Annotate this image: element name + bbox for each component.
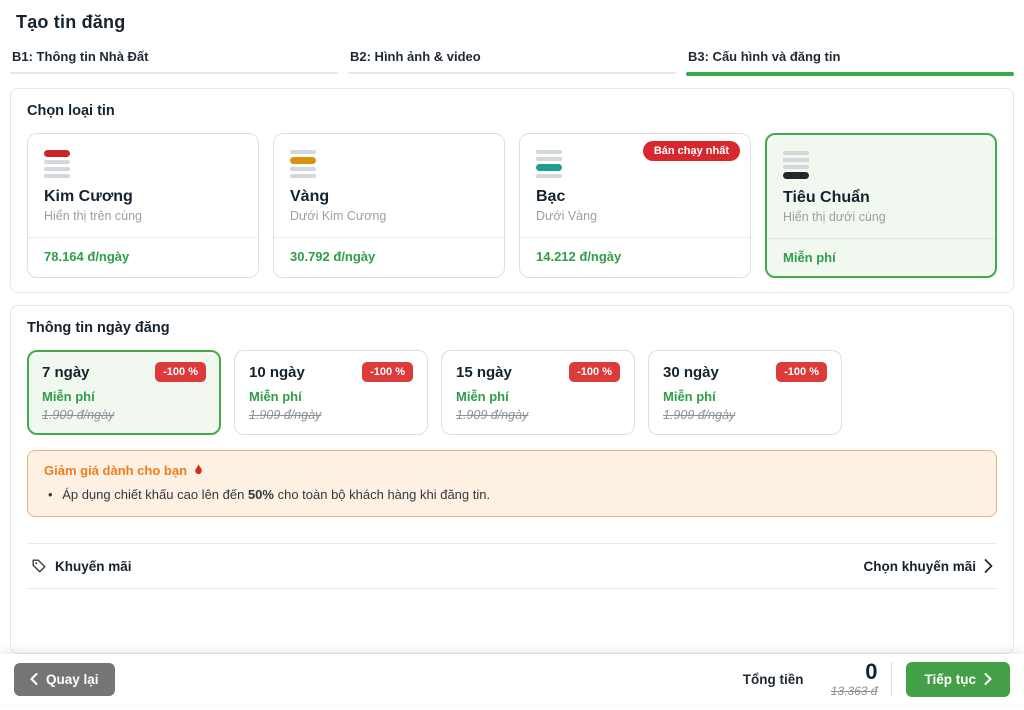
tab-underline — [10, 72, 338, 74]
discount-badge: -100 % — [155, 362, 206, 382]
promo-row: Khuyến mãi Chọn khuyến mãi — [27, 543, 997, 589]
vertical-divider — [891, 662, 892, 696]
duration-options: 7 ngày -100 % Miễn phí 1.909 đ/ngày 10 n… — [27, 350, 997, 435]
duration-old-price: 1.909 đ/ngày — [663, 408, 827, 422]
chevron-left-icon — [30, 673, 38, 685]
type-card-body: Tiêu Chuẩn Hiển thị dưới cùng — [767, 135, 995, 238]
tag-icon — [31, 558, 47, 574]
continue-button[interactable]: Tiếp tục — [906, 662, 1010, 697]
tab-b2-images-video[interactable]: B2: Hình ảnh & video — [348, 45, 676, 76]
rank-bottom-icon — [783, 151, 809, 179]
discount-notice-text: • Áp dụng chiết khấu cao lên đến 50% cho… — [44, 487, 980, 502]
chevron-right-icon — [984, 673, 992, 685]
choose-promo-button[interactable]: Chọn khuyến mãi — [863, 559, 993, 574]
back-button[interactable]: Quay lại — [14, 663, 115, 696]
duration-old-price: 1.909 đ/ngày — [42, 408, 206, 422]
type-price: 14.212 đ/ngày — [520, 237, 750, 275]
flame-icon — [192, 463, 205, 478]
footer-total-group: Tổng tiền 0 13.363 đ Tiếp tục — [743, 660, 1010, 697]
type-subtitle: Hiển thị dưới cùng — [783, 210, 979, 224]
duration-option-15-days[interactable]: 15 ngày -100 % Miễn phí 1.909 đ/ngày — [441, 350, 635, 435]
duration-old-price: 1.909 đ/ngày — [456, 408, 620, 422]
duration-price: Miễn phí — [42, 389, 206, 404]
listing-type-panel: Chọn loại tin Kim Cương Hiển thị trên cù… — [10, 88, 1014, 293]
tab-underline — [348, 72, 676, 74]
tab-b1-property-info[interactable]: B1: Thông tin Nhà Đất — [10, 45, 338, 76]
discount-badge: -100 % — [569, 362, 620, 382]
type-subtitle: Hiển thị trên cùng — [44, 209, 242, 223]
type-subtitle: Dưới Vàng — [536, 209, 734, 223]
total-old-value: 13.363 đ — [817, 684, 877, 698]
rank-top-icon — [44, 150, 70, 178]
duration-label: 30 ngày — [663, 364, 719, 381]
best-seller-badge: Bán chạy nhất — [643, 141, 740, 161]
duration-label: 15 ngày — [456, 364, 512, 381]
tab-underline-active — [686, 72, 1014, 76]
duration-option-7-days[interactable]: 7 ngày -100 % Miễn phí 1.909 đ/ngày — [27, 350, 221, 435]
chevron-right-icon — [984, 559, 993, 573]
duration-label: 10 ngày — [249, 364, 305, 381]
type-card-tieu-chuan[interactable]: Tiêu Chuẩn Hiển thị dưới cùng Miễn phí — [765, 133, 997, 278]
tab-label: B3: Cấu hình và đăng tin — [686, 45, 1014, 72]
type-card-kim-cuong[interactable]: Kim Cương Hiển thị trên cùng 78.164 đ/ng… — [27, 133, 259, 278]
listing-type-grid: Kim Cương Hiển thị trên cùng 78.164 đ/ng… — [27, 133, 997, 278]
type-card-body: Vàng Dưới Kim Cương — [274, 134, 504, 237]
type-card-body: Kim Cương Hiển thị trên cùng — [28, 134, 258, 237]
discount-notice: Giảm giá dành cho bạn • Áp dụng chiết kh… — [27, 450, 997, 517]
discount-badge: -100 % — [776, 362, 827, 382]
type-card-vang[interactable]: Vàng Dưới Kim Cương 30.792 đ/ngày — [273, 133, 505, 278]
duration-option-30-days[interactable]: 30 ngày -100 % Miễn phí 1.909 đ/ngày — [648, 350, 842, 435]
tab-b3-config-publish[interactable]: B3: Cấu hình và đăng tin — [686, 45, 1014, 76]
type-name: Tiêu Chuẩn — [783, 189, 979, 207]
duration-label: 7 ngày — [42, 364, 90, 381]
type-subtitle: Dưới Kim Cương — [290, 209, 488, 223]
promo-label-group: Khuyến mãi — [31, 558, 132, 574]
duration-option-10-days[interactable]: 10 ngày -100 % Miễn phí 1.909 đ/ngày — [234, 350, 428, 435]
type-name: Bạc — [536, 188, 734, 206]
duration-price: Miễn phí — [456, 389, 620, 404]
type-name: Kim Cương — [44, 188, 242, 206]
type-price: Miễn phí — [767, 238, 995, 276]
duration-price: Miễn phí — [249, 389, 413, 404]
duration-old-price: 1.909 đ/ngày — [249, 408, 413, 422]
total-value: 0 — [817, 660, 877, 683]
step-tabs: B1: Thông tin Nhà Đất B2: Hình ảnh & vid… — [0, 39, 1024, 76]
rank-third-icon — [536, 150, 562, 178]
footer-bar: Quay lại Tổng tiền 0 13.363 đ Tiếp tục — [0, 654, 1024, 704]
listing-type-heading: Chọn loại tin — [27, 103, 997, 119]
tab-label: B2: Hình ảnh & video — [348, 45, 676, 72]
discount-badge: -100 % — [362, 362, 413, 382]
panel-bottom-space — [27, 589, 997, 639]
page-title: Tạo tin đăng — [0, 0, 1024, 39]
discount-notice-title: Giảm giá dành cho bạn — [44, 463, 980, 478]
total-values: 0 13.363 đ — [817, 660, 877, 697]
type-card-bac[interactable]: Bán chạy nhất Bạc Dưới Vàng 14.212 đ/ngà… — [519, 133, 751, 278]
duration-heading: Thông tin ngày đăng — [27, 320, 997, 336]
rank-second-icon — [290, 150, 316, 178]
type-price: 78.164 đ/ngày — [28, 237, 258, 275]
promo-label: Khuyến mãi — [55, 559, 132, 574]
duration-price: Miễn phí — [663, 389, 827, 404]
tab-label: B1: Thông tin Nhà Đất — [10, 45, 338, 72]
total-label: Tổng tiền — [743, 672, 804, 687]
type-name: Vàng — [290, 188, 488, 206]
duration-panel: Thông tin ngày đăng 7 ngày -100 % Miễn p… — [10, 305, 1014, 654]
type-price: 30.792 đ/ngày — [274, 237, 504, 275]
